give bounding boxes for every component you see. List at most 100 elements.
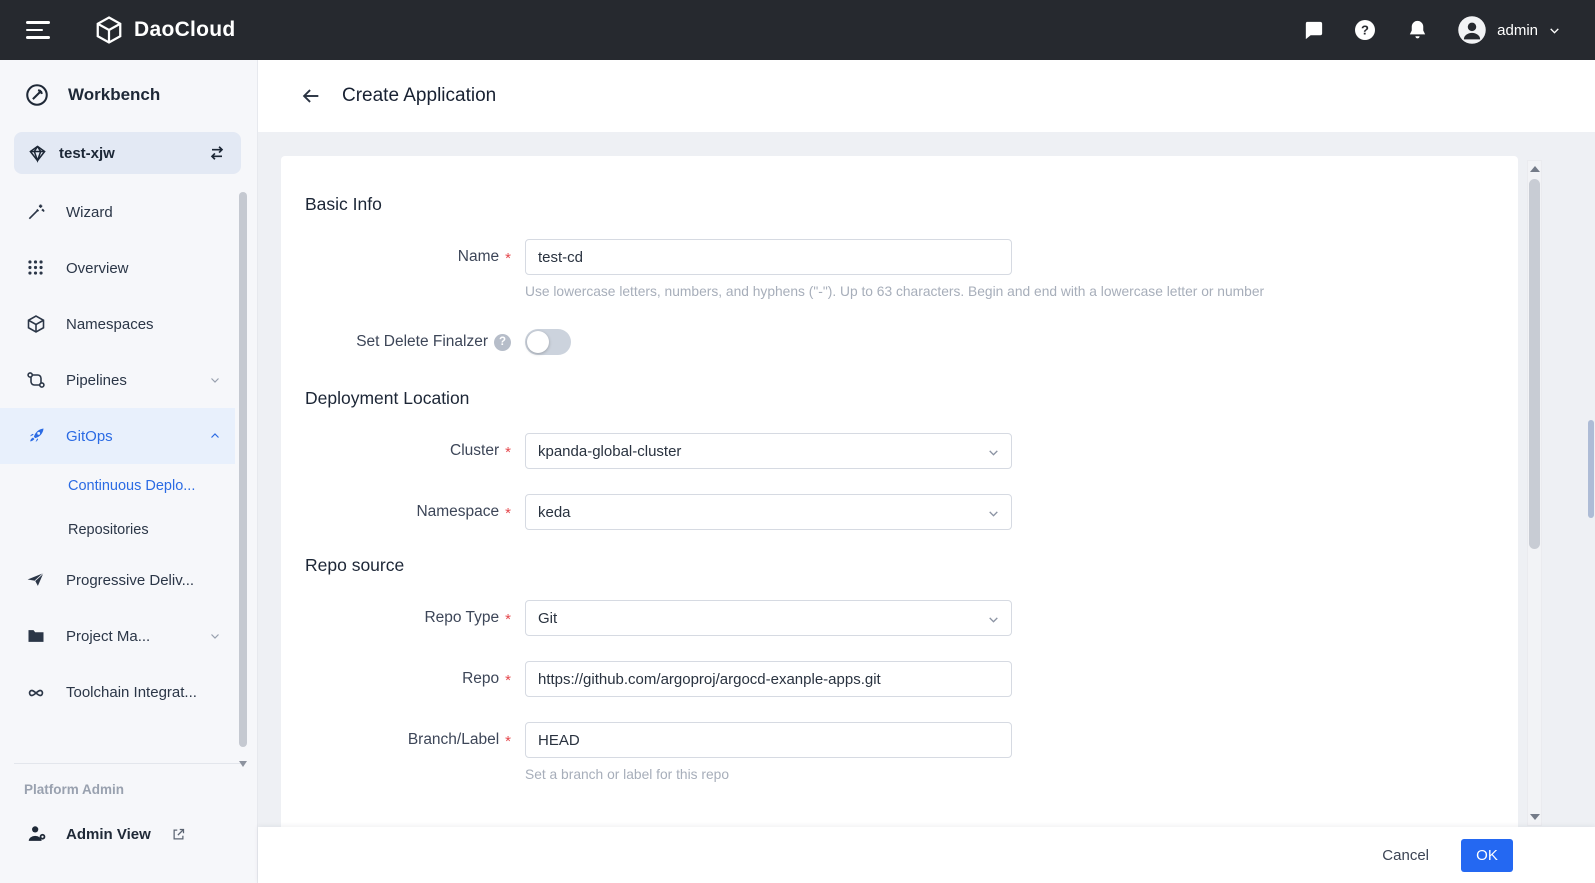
section-title-basic-info: Basic Info	[305, 194, 1492, 215]
sidebar-nav: Wizard Overview Namespaces Pipelines	[0, 184, 257, 720]
chevron-down-icon	[1548, 24, 1561, 37]
switch-workspace-icon[interactable]	[207, 143, 227, 163]
required-marker: *	[505, 611, 511, 628]
page-header: Create Application	[258, 60, 1595, 132]
section-title-deployment-location: Deployment Location	[305, 388, 1492, 409]
sidebar-subitem-continuous-deployment[interactable]: Continuous Deplo...	[0, 464, 235, 508]
sidebar-item-label: Toolchain Integrat...	[66, 684, 197, 701]
sidebar-item-pipelines[interactable]: Pipelines	[0, 352, 235, 408]
sidebar-item-label: Wizard	[66, 204, 113, 221]
sidebar-item-overview[interactable]: Overview	[0, 240, 235, 296]
sidebar-item-label: Pipelines	[66, 372, 127, 389]
menu-toggle-icon[interactable]	[26, 21, 50, 39]
platform-admin-label: Platform Admin	[0, 764, 257, 797]
ok-button[interactable]: OK	[1461, 839, 1513, 872]
sidebar-item-admin-view[interactable]: Admin View	[0, 823, 257, 845]
sidebar-item-project-management[interactable]: Project Ma...	[0, 608, 235, 664]
form-row-namespace: Namespace * keda	[305, 494, 1492, 530]
repo-input[interactable]	[525, 661, 1012, 697]
sidebar-item-label: Namespaces	[66, 316, 154, 333]
section-title-repo-source: Repo source	[305, 555, 1492, 576]
help-tooltip-icon[interactable]: ?	[494, 334, 511, 351]
sidebar-subitem-label: Repositories	[68, 522, 149, 538]
sidebar-title: Workbench	[68, 85, 160, 105]
grid-icon	[26, 258, 46, 278]
sidebar-scrollbar-thumb[interactable]	[239, 192, 247, 747]
sidebar-item-gitops[interactable]: GitOps	[0, 408, 235, 464]
brand-name: DaoCloud	[134, 18, 236, 42]
sidebar-item-label: GitOps	[66, 428, 113, 445]
form-row-branch: Branch/Label * Set a branch or label for…	[305, 722, 1492, 782]
branch-label: Branch/Label *	[305, 722, 511, 758]
namespace-label: Namespace *	[305, 494, 511, 530]
wand-icon	[26, 202, 46, 222]
app-layout: Workbench test-xjw Wizard Over	[0, 60, 1595, 883]
page-scrollbar[interactable]	[1588, 60, 1594, 883]
sidebar-subitem-repositories[interactable]: Repositories	[0, 508, 235, 552]
name-input[interactable]	[525, 239, 1012, 275]
footer-action-bar: Cancel OK	[258, 827, 1595, 883]
topbar: DaoCloud ? admin	[0, 0, 1595, 60]
infinity-icon	[26, 682, 46, 702]
workbench-icon	[24, 82, 50, 108]
sidebar-item-namespaces[interactable]: Namespaces	[0, 296, 235, 352]
sidebar-item-label: Project Ma...	[66, 628, 150, 645]
user-menu[interactable]: admin	[1457, 15, 1561, 45]
chevron-down-icon	[987, 446, 1000, 459]
svg-text:?: ?	[1361, 23, 1369, 38]
page-scrollbar-thumb[interactable]	[1588, 420, 1594, 518]
form-row-cluster: Cluster * kpanda-global-cluster	[305, 433, 1492, 469]
messages-icon[interactable]	[1301, 18, 1325, 42]
chevron-down-icon	[987, 507, 1000, 520]
sidebar-item-progressive-delivery[interactable]: Progressive Deliv...	[0, 552, 235, 608]
chevron-up-icon	[209, 430, 221, 442]
notifications-icon[interactable]	[1405, 18, 1429, 42]
repo-label: Repo *	[305, 661, 511, 697]
required-marker: *	[505, 672, 511, 689]
content-scrollbar-thumb[interactable]	[1529, 179, 1540, 549]
page-title: Create Application	[342, 85, 496, 107]
sidebar-item-toolchain[interactable]: Toolchain Integrat...	[0, 664, 235, 720]
branch-input[interactable]	[525, 722, 1012, 758]
sidebar-item-wizard[interactable]: Wizard	[0, 184, 235, 240]
form-row-finalizer: Set Delete Finalzer ?	[305, 324, 1492, 360]
sidebar-bottom: Platform Admin Admin View	[0, 763, 257, 883]
form-card: Basic Info Name * Use lowercase letters,…	[281, 156, 1518, 827]
back-button[interactable]	[300, 85, 322, 107]
rocket-icon	[26, 426, 46, 446]
scroll-up-arrow[interactable]	[1530, 166, 1540, 172]
avatar	[1457, 15, 1487, 45]
pipeline-icon	[26, 370, 46, 390]
sidebar-header: Workbench	[0, 60, 257, 130]
namespace-select[interactable]: keda	[525, 494, 1012, 530]
form-row-repo-type: Repo Type * Git	[305, 600, 1492, 636]
required-marker: *	[505, 733, 511, 750]
finalizer-toggle[interactable]	[525, 329, 571, 355]
finalizer-label: Set Delete Finalzer ?	[305, 324, 511, 360]
paper-plane-icon	[26, 570, 46, 590]
external-link-icon	[171, 827, 186, 842]
required-marker: *	[505, 250, 511, 267]
workspace-selector[interactable]: test-xjw	[14, 132, 241, 174]
content-scrollbar[interactable]	[1527, 160, 1542, 826]
chevron-down-icon	[209, 374, 221, 386]
sidebar: Workbench test-xjw Wizard Over	[0, 60, 258, 883]
main-area: Create Application Basic Info Name * Use…	[258, 60, 1595, 883]
sidebar-scrollbar[interactable]	[239, 190, 247, 771]
required-marker: *	[505, 444, 511, 461]
sidebar-subitem-label: Continuous Deplo...	[68, 478, 195, 494]
topbar-actions: ? admin	[1301, 15, 1569, 45]
cluster-select[interactable]: kpanda-global-cluster	[525, 433, 1012, 469]
content-area: Basic Info Name * Use lowercase letters,…	[258, 132, 1595, 827]
help-icon[interactable]: ?	[1353, 18, 1377, 42]
scroll-down-arrow[interactable]	[1530, 814, 1540, 820]
sidebar-item-label: Progressive Deliv...	[66, 572, 194, 589]
brand[interactable]: DaoCloud	[94, 15, 236, 45]
cube-icon	[26, 314, 46, 334]
cancel-button[interactable]: Cancel	[1382, 847, 1429, 864]
repo-type-select[interactable]: Git	[525, 600, 1012, 636]
sidebar-item-label: Overview	[66, 260, 129, 277]
repo-type-label: Repo Type *	[305, 600, 511, 636]
sidebar-scroll-down-arrow[interactable]	[239, 761, 247, 767]
name-label: Name *	[305, 239, 511, 275]
